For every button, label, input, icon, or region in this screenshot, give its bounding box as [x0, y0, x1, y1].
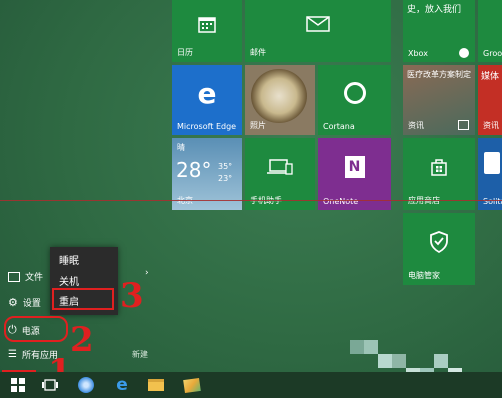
weather-high: 35°: [218, 162, 233, 171]
xbox-label: Xbox: [408, 49, 428, 58]
photos-label: 照片: [250, 121, 266, 130]
menu-settings[interactable]: ⚙ 设置: [8, 296, 41, 309]
browser-app-button[interactable]: [76, 375, 96, 395]
calendar-tile[interactable]: 日历: [172, 0, 242, 62]
calendar-label: 日历: [177, 48, 193, 57]
new-label: 新建: [132, 350, 148, 359]
news-tile[interactable]: 医疗改革方案制定 资讯: [403, 65, 475, 135]
power-highlight-box: [4, 316, 68, 342]
annotation-number-2: 2: [70, 320, 94, 360]
browser-globe-icon: [78, 377, 94, 393]
task-view-icon: [42, 379, 58, 391]
shutdown-option[interactable]: 关机: [59, 273, 79, 288]
start-button[interactable]: [8, 375, 28, 395]
phone-laptop-icon: [245, 138, 315, 196]
edge-tile[interactable]: e Microsoft Edge: [172, 65, 242, 135]
file-explorer-taskbar-button[interactable]: [146, 375, 166, 395]
finance-label: 资讯: [483, 121, 499, 130]
mail-label: 邮件: [250, 48, 266, 57]
xbox-tile[interactable]: 史，放入我们 Xbox: [403, 0, 475, 62]
news-tile-text: 医疗改革方案制定: [407, 70, 471, 79]
photo-viewer-taskbar-button[interactable]: [182, 375, 202, 395]
calendar-icon: [172, 0, 242, 48]
store-bag-icon: [403, 138, 475, 196]
playing-card-icon: [484, 152, 500, 174]
edge-taskbar-icon: e: [116, 375, 128, 395]
folder-icon: [8, 271, 20, 282]
gear-icon: ⚙: [8, 296, 18, 309]
media-label: 媒体: [481, 72, 500, 82]
pc-manager-label: 电脑管家: [408, 271, 440, 280]
onenote-label: OneNote: [323, 197, 359, 206]
folder-taskbar-icon: [148, 379, 164, 391]
groove-tile[interactable]: Groo: [478, 0, 502, 62]
cortana-label: Cortana: [323, 122, 355, 131]
file-explorer-label: 文件: [25, 273, 44, 283]
news-icon: [458, 120, 469, 130]
weather-low: 23°: [218, 174, 233, 183]
restart-highlight-box: [52, 288, 114, 310]
solitaire-label: Solita: [483, 197, 502, 206]
list-icon: ☰: [8, 349, 17, 360]
taskbar: e: [0, 372, 502, 398]
mail-icon: [245, 0, 391, 48]
xbox-logo-icon: [459, 48, 469, 58]
weather-condition: 晴: [177, 143, 185, 152]
news-headline: 史，放入我们: [407, 5, 462, 15]
shield-check-icon: [403, 213, 475, 271]
photo-viewer-icon: [183, 377, 201, 393]
annotation-number-3: 3: [120, 276, 144, 316]
pocket-watch-image: [251, 69, 307, 123]
edge-label: Microsoft Edge: [177, 122, 237, 131]
settings-label: 设置: [22, 299, 41, 309]
onenote-icon: N: [318, 138, 391, 196]
edge-taskbar-button[interactable]: e: [112, 375, 132, 395]
sleep-option[interactable]: 睡眠: [59, 252, 79, 267]
chevron-right-icon[interactable]: ›: [145, 268, 149, 278]
cortana-tile[interactable]: Cortana: [318, 65, 391, 135]
task-view-button[interactable]: [40, 375, 60, 395]
red-divider-line: [0, 200, 502, 201]
windows-logo-icon: [11, 378, 25, 392]
edge-icon: e: [197, 76, 217, 110]
menu-file-explorer[interactable]: 文件: [8, 270, 43, 283]
cortana-icon: [318, 65, 391, 121]
groove-label: Groo: [483, 49, 502, 58]
media-tile[interactable]: 媒体 资讯: [478, 65, 502, 135]
news-label: 资讯: [408, 121, 424, 130]
weather-temp: 28°: [176, 158, 212, 182]
mail-tile[interactable]: 邮件: [245, 0, 391, 62]
photos-tile[interactable]: 照片: [245, 65, 315, 135]
pc-manager-tile[interactable]: 电脑管家: [403, 213, 475, 285]
